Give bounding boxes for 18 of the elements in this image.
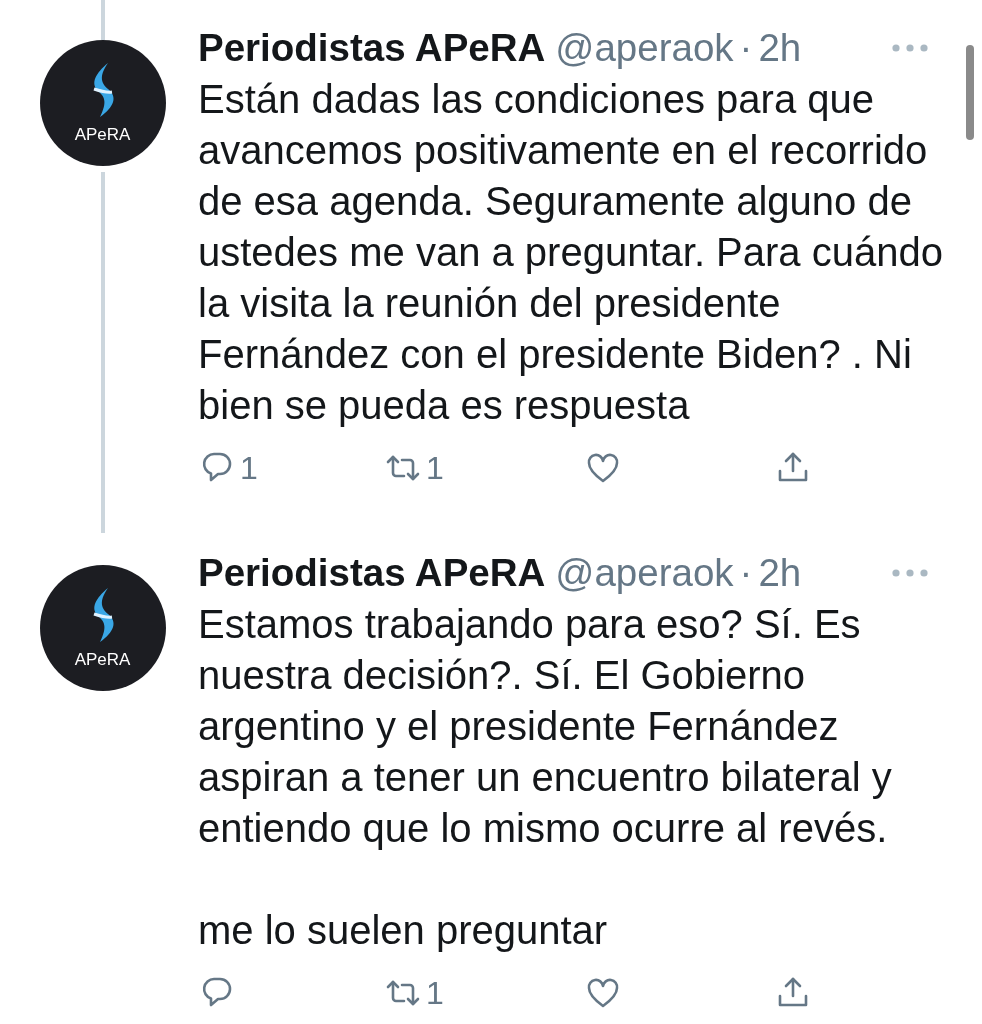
action-count: 1 — [426, 974, 444, 1012]
logo-text: APeRA — [74, 650, 131, 670]
logo-text: APeRA — [74, 125, 131, 145]
avatar[interactable]: APeRA — [39, 40, 166, 166]
author-handle[interactable]: @aperaok — [555, 26, 734, 70]
timestamp[interactable]: 2h — [758, 551, 802, 595]
separator: · — [739, 551, 753, 595]
timestamp[interactable]: 2h — [758, 26, 802, 70]
separator: · — [739, 26, 753, 70]
avatar[interactable]: APeRA — [39, 565, 166, 691]
author-name[interactable]: Periodistas APeRA — [198, 26, 546, 70]
tweet-text: Están dadas las condiciones para que avancemos positivamente en el recorrido de esa agenda. Seguramente alguno de ustedes me van a preguntar. Para cuándo la visita la reunión del presidente Fernández con el presidente Biden? . Ni bien se pueda es respuesta — [198, 76, 944, 429]
author-handle[interactable]: @aperaok — [555, 551, 734, 595]
scrollbar[interactable] — [966, 45, 974, 140]
tweet-text: Estamos trabajando para eso? Sí. Es nuestra decisión?. Sí. El Gobierno argentino y el presidente Fernández aspiran a tener un encuentro bilateral y entiendo que lo mismo ocurre al revés. me lo suelen preguntar — [198, 601, 893, 954]
author-name[interactable]: Periodistas APeRA — [198, 551, 546, 595]
action-count: 1 — [426, 449, 444, 487]
action-count: 1 — [240, 449, 258, 487]
